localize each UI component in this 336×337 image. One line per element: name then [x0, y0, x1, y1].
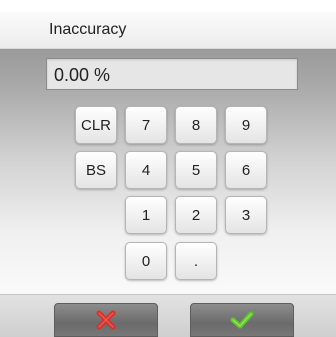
header-bar: Inaccuracy: [0, 12, 336, 49]
page-title: Inaccuracy: [49, 21, 127, 38]
close-icon: [96, 310, 116, 330]
key-1-button[interactable]: 1: [125, 196, 167, 234]
top-bar: [0, 0, 336, 12]
key-5-button[interactable]: 5: [175, 151, 217, 189]
key-0-button[interactable]: 0: [125, 242, 167, 280]
ok-button[interactable]: [190, 303, 294, 337]
key-9-button[interactable]: 9: [225, 106, 267, 144]
key-3-button[interactable]: 3: [225, 196, 267, 234]
checkmark-icon: [230, 311, 254, 329]
key-6-button[interactable]: 6: [225, 151, 267, 189]
value-display: 0.00 %: [46, 58, 298, 90]
backspace-button[interactable]: BS: [75, 151, 117, 189]
decimal-point-button[interactable]: .: [175, 242, 217, 280]
clear-button[interactable]: CLR: [75, 106, 117, 144]
cancel-button[interactable]: [54, 303, 158, 337]
key-2-button[interactable]: 2: [175, 196, 217, 234]
key-8-button[interactable]: 8: [175, 106, 217, 144]
value-display-text: 0.00 %: [54, 65, 111, 85]
key-7-button[interactable]: 7: [125, 106, 167, 144]
key-4-button[interactable]: 4: [125, 151, 167, 189]
footer-bar: [0, 294, 336, 337]
